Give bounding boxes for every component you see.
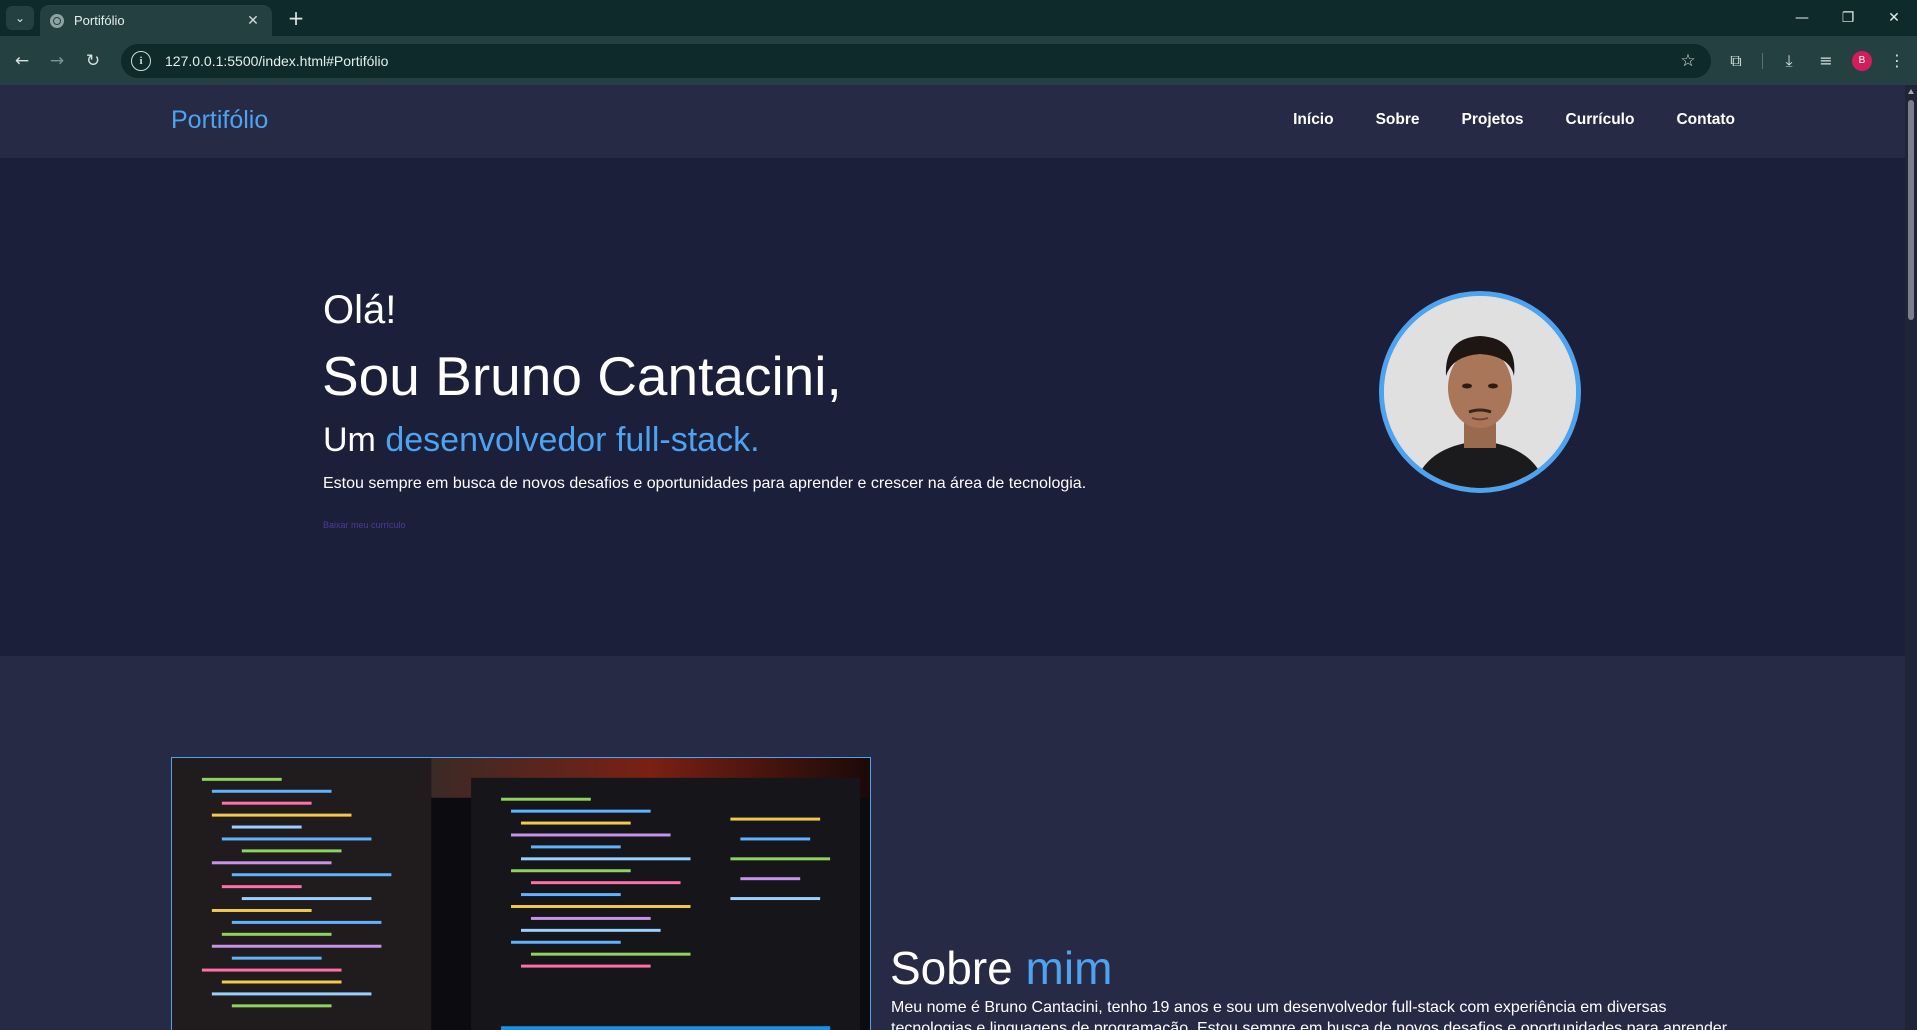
page-viewport: Portifólio Início Sobre Projetos Currícu…	[0, 85, 1905, 1030]
reload-icon[interactable]: ↻	[80, 48, 106, 74]
hero-greeting: Olá!	[323, 288, 397, 332]
tab-search-button[interactable]: ⌄	[6, 6, 34, 30]
nav-link-projetos[interactable]: Projetos	[1462, 111, 1524, 129]
browser-tab[interactable]: Portifólio ✕	[40, 5, 272, 36]
nav-link-sobre[interactable]: Sobre	[1376, 111, 1420, 129]
browser-toolbar: ← → ↻ i 127.0.0.1:5500/index.html#Portif…	[0, 36, 1917, 85]
site-logo[interactable]: Portifólio	[171, 106, 268, 135]
code-screen-photo	[171, 757, 871, 1030]
back-arrow-icon[interactable]: ←	[9, 48, 35, 74]
hero-description: Estou sempre em busca de novos desafios …	[323, 475, 1087, 492]
browser-tabstrip: ⌄ Portifólio ✕ + — ❐ ✕	[0, 0, 1917, 36]
site-header: Portifólio Início Sobre Projetos Currícu…	[0, 85, 1905, 158]
bookmark-star-icon[interactable]: ☆	[1673, 51, 1703, 71]
address-bar[interactable]: i 127.0.0.1:5500/index.html#Portifólio ☆	[121, 44, 1711, 78]
profile-photo	[1379, 291, 1581, 493]
about-section: Sobre mim Meu nome é Bruno Cantacini, te…	[0, 656, 1905, 1030]
code-screen-illustration	[172, 758, 870, 1030]
about-title: Sobre mim	[890, 941, 1112, 995]
site-nav: Início Sobre Projetos Currículo Contato	[1293, 111, 1735, 129]
tab-title: Portifólio	[74, 13, 125, 28]
profile-avatar[interactable]: B	[1852, 51, 1872, 71]
forward-arrow-icon[interactable]: →	[44, 48, 70, 74]
extensions-icon[interactable]: ⧉	[1723, 48, 1749, 74]
new-tab-button[interactable]: +	[284, 6, 308, 30]
scrollbar-thumb[interactable]	[1908, 100, 1914, 320]
toolbar-divider	[1762, 53, 1763, 69]
about-text: Meu nome é Bruno Cantacini, tenho 19 ano…	[891, 999, 1728, 1030]
hero-section: Olá! Sou Bruno Cantacini, Um desenvolved…	[0, 158, 1905, 656]
download-cv-link[interactable]: Baixar meu currículo	[323, 520, 406, 530]
page-scrollbar[interactable]	[1905, 85, 1917, 1030]
window-controls: — ❐ ✕	[1779, 0, 1917, 36]
hero-role-accent: desenvolvedor full-stack.	[385, 421, 760, 459]
hero-role: Um desenvolvedor full-stack.	[323, 421, 760, 460]
media-queue-icon[interactable]: ≡	[1813, 48, 1839, 74]
profile-photo-illustration	[1384, 296, 1576, 488]
scroll-up-arrow-icon[interactable]	[1908, 89, 1914, 94]
about-title-prefix: Sobre	[890, 942, 1013, 994]
hero-name: Sou Bruno Cantacini,	[322, 345, 842, 407]
url-text[interactable]: 127.0.0.1:5500/index.html#Portifólio	[165, 53, 1673, 69]
nav-link-curriculo[interactable]: Currículo	[1566, 111, 1635, 129]
restore-icon[interactable]: ❐	[1825, 0, 1871, 36]
browser-menu-icon[interactable]: ⋮	[1884, 48, 1910, 74]
about-title-accent: mim	[1025, 942, 1113, 994]
close-window-icon[interactable]: ✕	[1871, 0, 1917, 36]
nav-link-inicio[interactable]: Início	[1293, 111, 1333, 129]
minimize-icon[interactable]: —	[1779, 0, 1825, 36]
download-icon[interactable]: ⤓	[1776, 48, 1802, 74]
chevron-down-icon: ⌄	[14, 11, 26, 25]
close-tab-icon[interactable]: ✕	[244, 13, 262, 29]
nav-link-contato[interactable]: Contato	[1676, 111, 1735, 129]
hero-role-prefix: Um	[323, 421, 376, 459]
site-info-icon[interactable]: i	[131, 51, 151, 71]
globe-icon	[50, 13, 64, 28]
